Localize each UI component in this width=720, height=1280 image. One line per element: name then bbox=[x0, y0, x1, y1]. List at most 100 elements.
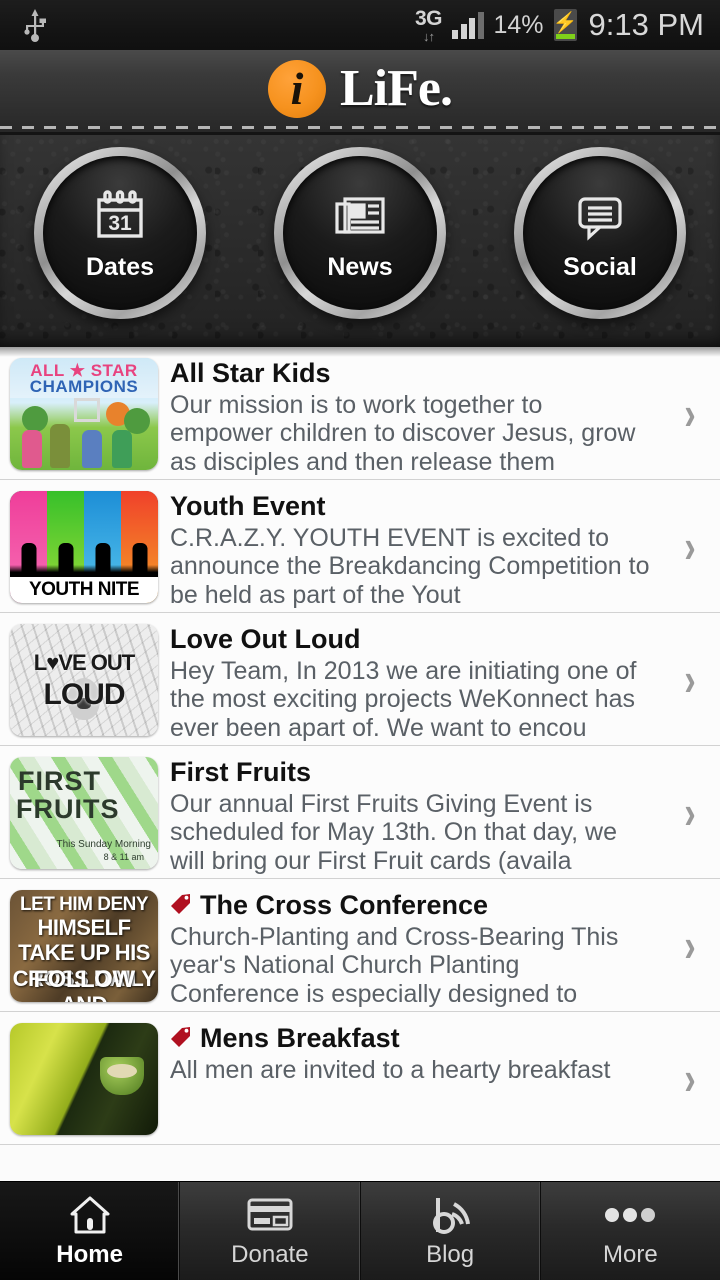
list-item-description: All men are invited to a hearty breakfas… bbox=[170, 1056, 611, 1085]
list-item[interactable]: LET HIM DENY HIMSELF TAKE UP HIS CROSS D… bbox=[0, 879, 720, 1012]
list-item-text: First Fruits Our annual First Fruits Giv… bbox=[158, 757, 660, 875]
thumb-text-line4: FOLLOW bbox=[33, 966, 135, 993]
thumbnail-love-out-loud: L♥VE OUT LOUD bbox=[10, 624, 158, 736]
thumb-text-line1: L♥VE OUT bbox=[33, 650, 135, 675]
life-leaf-logo-icon: i bbox=[268, 60, 326, 118]
quick-button-dates[interactable]: 31 Dates bbox=[34, 147, 206, 319]
home-icon bbox=[68, 1193, 112, 1237]
thumbnail-mens-breakfast bbox=[10, 1023, 158, 1135]
calendar-icon: 31 bbox=[91, 185, 149, 247]
list-item-description: Church-Planting and Cross-Bearing This y… bbox=[170, 923, 619, 1008]
rss-blog-icon bbox=[428, 1193, 472, 1237]
thumb-text-line3: This Sunday Morning bbox=[56, 839, 152, 850]
thumbnail-first-fruits: FIRST FRUITS This Sunday Morning 8 & 11 … bbox=[10, 757, 158, 869]
list-item-title-text: The Cross Conference bbox=[200, 890, 489, 920]
thumb-text-line1: LET HIM DENY bbox=[19, 894, 149, 915]
list-item-description: Our mission is to work together to empow… bbox=[170, 391, 636, 476]
battery-percent: 14% bbox=[493, 10, 544, 39]
charging-bolt-icon: ⚡ bbox=[553, 12, 577, 35]
content-list[interactable]: ALL ★ STAR CHAMPIONS All Star Kids Our m… bbox=[0, 347, 720, 1182]
list-item-title-text: Mens Breakfast bbox=[200, 1023, 400, 1053]
tab-more-label: More bbox=[603, 1241, 658, 1268]
list-item-description: Hey Team, In 2013 we are initiating one … bbox=[170, 657, 637, 742]
status-bar: 3G ↓↑ 14% ⚡ 9:13 PM bbox=[0, 0, 720, 50]
list-item-title-text: Youth Event bbox=[170, 491, 326, 521]
thumbnail-all-star-champions: ALL ★ STAR CHAMPIONS bbox=[10, 358, 158, 470]
list-item-text: All Star Kids Our mission is to work tog… bbox=[158, 358, 660, 476]
speech-bubble-icon bbox=[571, 185, 629, 247]
list-item-title: The Cross Conference bbox=[170, 890, 652, 921]
chevron-right-icon[interactable]: › bbox=[668, 789, 713, 835]
newspaper-icon bbox=[331, 185, 389, 247]
signal-strength-icon bbox=[452, 11, 484, 39]
battery-fill bbox=[555, 34, 575, 39]
list-item[interactable]: FIRST FRUITS This Sunday Morning 8 & 11 … bbox=[0, 746, 720, 879]
chevron-right-icon[interactable]: › bbox=[668, 922, 713, 968]
list-item[interactable]: L♥VE OUT LOUD Love Out Loud Hey Team, In… bbox=[0, 613, 720, 746]
quick-button-news-inner: News bbox=[283, 156, 437, 310]
usb-icon bbox=[24, 9, 46, 42]
data-transfer-arrows-icon: ↓↑ bbox=[422, 28, 435, 44]
list-item-title: Love Out Loud bbox=[170, 624, 652, 655]
list-item-text: The Cross Conference Church-Planting and… bbox=[158, 890, 660, 1008]
list-item-text: Love Out Loud Hey Team, In 2013 we are i… bbox=[158, 624, 660, 742]
quick-button-news[interactable]: News bbox=[274, 147, 446, 319]
tab-blog[interactable]: Blog bbox=[361, 1182, 541, 1280]
list-item-title: All Star Kids bbox=[170, 358, 652, 389]
status-bar-right: 3G ↓↑ 14% ⚡ 9:13 PM bbox=[415, 7, 704, 43]
app-logo: i LiFe. bbox=[268, 60, 453, 118]
quick-button-social[interactable]: Social bbox=[514, 147, 686, 319]
quick-button-social-label: Social bbox=[563, 252, 637, 281]
svg-text:31: 31 bbox=[108, 212, 132, 235]
ellipsis-icon bbox=[602, 1193, 658, 1237]
quick-actions-panel: 31 Dates News Social bbox=[0, 135, 720, 350]
thumbnail-cross-conference: LET HIM DENY HIMSELF TAKE UP HIS CROSS D… bbox=[10, 890, 158, 1002]
network-type-label: 3G bbox=[414, 6, 443, 30]
tab-home-label: Home bbox=[56, 1241, 123, 1268]
thumb-text-line2: FRUITS bbox=[16, 794, 120, 824]
tab-home[interactable]: Home bbox=[0, 1182, 181, 1280]
tag-label-icon bbox=[170, 890, 192, 921]
thumb-text-line2: LOUD bbox=[43, 678, 126, 711]
tab-more[interactable]: More bbox=[541, 1182, 720, 1280]
app-screen: 3G ↓↑ 14% ⚡ 9:13 PM i LiFe. 31 Dates New… bbox=[0, 0, 720, 1280]
thumbnail-youth-nite: YOUTH NITE bbox=[10, 491, 158, 603]
logo-leaf-glyph: i bbox=[290, 63, 304, 114]
list-item-title: Mens Breakfast bbox=[170, 1023, 652, 1054]
list-item-text: Mens Breakfast All men are invited to a … bbox=[158, 1023, 660, 1084]
list-item-title-text: First Fruits bbox=[170, 757, 312, 787]
bottom-tab-bar: Home Donate Blog More bbox=[0, 1181, 720, 1280]
app-title: LiFe. bbox=[340, 60, 453, 117]
thumb-text-line4: 8 & 11 am bbox=[103, 852, 144, 862]
list-item-title-text: All Star Kids bbox=[170, 358, 331, 388]
chevron-right-icon[interactable]: › bbox=[668, 390, 713, 436]
list-item-title: Youth Event bbox=[170, 491, 652, 522]
quick-button-dates-inner: 31 Dates bbox=[43, 156, 197, 310]
thumb-text-line1: YOUTH NITE bbox=[10, 577, 158, 603]
clock: 9:13 PM bbox=[588, 7, 704, 42]
list-item-title: First Fruits bbox=[170, 757, 652, 788]
list-item-description: Our annual First Fruits Giving Event is … bbox=[170, 790, 618, 875]
list-item-description: C.R.A.Z.Y. YOUTH EVENT is excited to ann… bbox=[170, 524, 650, 609]
credit-card-icon bbox=[247, 1193, 293, 1237]
thumb-text-line2: CHAMPIONS bbox=[29, 377, 139, 396]
quick-button-social-inner: Social bbox=[523, 156, 677, 310]
chevron-right-icon[interactable]: › bbox=[668, 1055, 713, 1101]
network-type: 3G ↓↑ bbox=[414, 6, 443, 44]
list-item-text: Youth Event C.R.A.Z.Y. YOUTH EVENT is ex… bbox=[158, 491, 660, 609]
tab-donate[interactable]: Donate bbox=[180, 1182, 361, 1280]
battery-icon: ⚡ bbox=[553, 9, 577, 41]
list-item[interactable]: Mens Breakfast All men are invited to a … bbox=[0, 1012, 720, 1145]
list-item[interactable]: ALL ★ STAR CHAMPIONS All Star Kids Our m… bbox=[0, 347, 720, 480]
quick-button-dates-label: Dates bbox=[85, 252, 155, 281]
chevron-right-icon[interactable]: › bbox=[668, 523, 713, 569]
list-item[interactable]: YOUTH NITE Youth Event C.R.A.Z.Y. YOUTH … bbox=[0, 480, 720, 613]
status-bar-left bbox=[22, 8, 48, 42]
tab-blog-label: Blog bbox=[426, 1241, 475, 1268]
chevron-right-icon[interactable]: › bbox=[668, 656, 713, 702]
thumb-text-line2: HIMSELF bbox=[37, 915, 131, 940]
list-item-title-text: Love Out Loud bbox=[170, 624, 361, 654]
tag-label-icon bbox=[170, 1023, 192, 1054]
tab-donate-label: Donate bbox=[231, 1241, 309, 1268]
app-header: i LiFe. bbox=[0, 50, 720, 135]
